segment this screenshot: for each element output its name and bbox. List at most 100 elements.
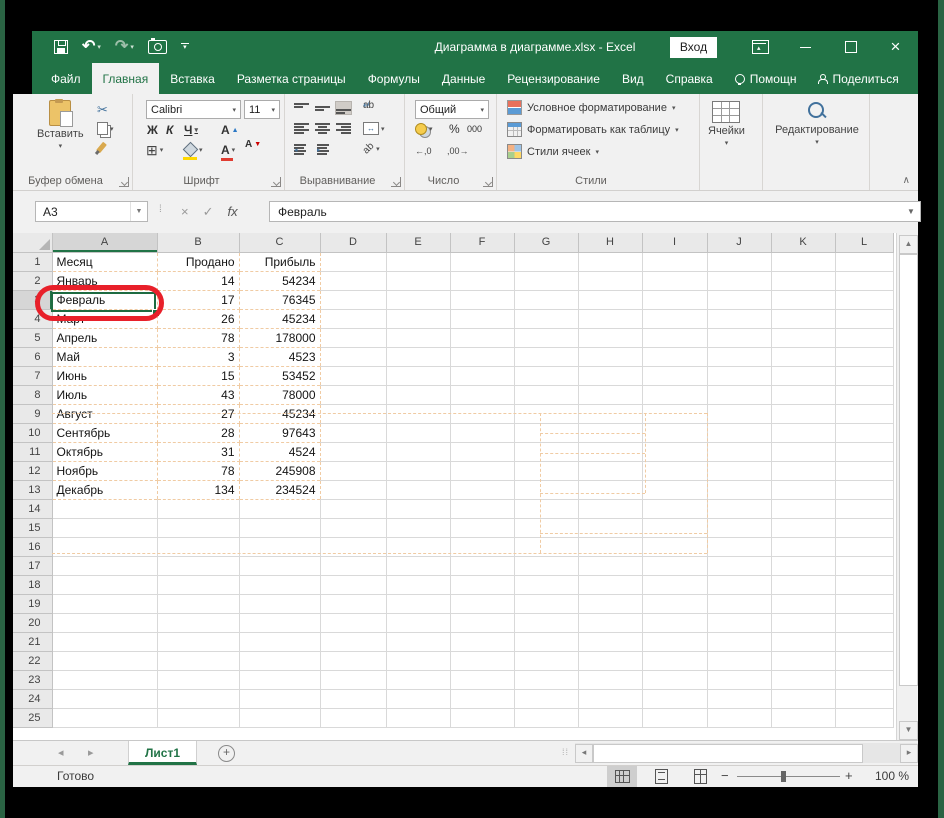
cell-K7[interactable] (771, 366, 835, 385)
cell-J15[interactable] (707, 518, 771, 537)
cell-D23[interactable] (320, 670, 386, 689)
cell-D2[interactable] (320, 271, 386, 290)
borders-button[interactable]: ⊞▾ (146, 144, 163, 156)
cell-C8[interactable]: 78000 (239, 385, 320, 404)
row-header-18[interactable]: 18 (13, 575, 52, 594)
cell-J18[interactable] (707, 575, 771, 594)
cell-H16[interactable] (578, 537, 642, 556)
cell-K9[interactable] (771, 404, 835, 423)
cell-L8[interactable] (835, 385, 893, 404)
ribbon-tab-разметка-страницы[interactable]: Разметка страницы (226, 63, 357, 94)
cell-A6[interactable]: Май (52, 347, 157, 366)
cancel-entry-button[interactable]: × (181, 204, 189, 219)
cell-A7[interactable]: Июнь (52, 366, 157, 385)
cell-H17[interactable] (578, 556, 642, 575)
conditional-formatting-button[interactable]: Условное форматирование▾ (507, 100, 675, 115)
cell-F18[interactable] (450, 575, 514, 594)
cell-H14[interactable] (578, 499, 642, 518)
cell-D25[interactable] (320, 708, 386, 727)
cell-F5[interactable] (450, 328, 514, 347)
sign-in-button[interactable]: Вход (670, 37, 717, 58)
cell-G18[interactable] (514, 575, 578, 594)
font-dialog-launcher[interactable] (271, 177, 281, 187)
cell-L18[interactable] (835, 575, 893, 594)
cell-E18[interactable] (386, 575, 450, 594)
cell-E23[interactable] (386, 670, 450, 689)
cell-F25[interactable] (450, 708, 514, 727)
cell-L10[interactable] (835, 423, 893, 442)
row-header-21[interactable]: 21 (13, 632, 52, 651)
cell-B20[interactable] (157, 613, 239, 632)
cell-J3[interactable] (707, 290, 771, 309)
row-header-17[interactable]: 17 (13, 556, 52, 575)
vertical-scrollbar[interactable]: ▲ ▼ (896, 233, 918, 740)
cell-G12[interactable] (514, 461, 578, 480)
row-header-1[interactable]: 1 (13, 252, 52, 271)
comma-style-button[interactable]: 000 (467, 124, 482, 134)
cell-I2[interactable] (642, 271, 707, 290)
cell-A19[interactable] (52, 594, 157, 613)
cell-D11[interactable] (320, 442, 386, 461)
column-header-E[interactable]: E (386, 233, 450, 252)
cell-F13[interactable] (450, 480, 514, 499)
cell-E22[interactable] (386, 651, 450, 670)
cell-D21[interactable] (320, 632, 386, 651)
cell-B13[interactable]: 134 (157, 480, 239, 499)
cell-F20[interactable] (450, 613, 514, 632)
cell-L20[interactable] (835, 613, 893, 632)
cell-G6[interactable] (514, 347, 578, 366)
formula-bar-splitter[interactable]: ⁞ (159, 204, 162, 215)
cell-G19[interactable] (514, 594, 578, 613)
cell-K18[interactable] (771, 575, 835, 594)
row-header-9[interactable]: 9 (13, 404, 52, 423)
cell-L7[interactable] (835, 366, 893, 385)
cell-L24[interactable] (835, 689, 893, 708)
cell-E24[interactable] (386, 689, 450, 708)
cell-C5[interactable]: 178000 (239, 328, 320, 347)
row-header-16[interactable]: 16 (13, 537, 52, 556)
cell-B19[interactable] (157, 594, 239, 613)
cell-A20[interactable] (52, 613, 157, 632)
cell-A12[interactable]: Ноябрь (52, 461, 157, 480)
ribbon-display-options-button[interactable] (738, 31, 783, 63)
cell-H2[interactable] (578, 271, 642, 290)
number-format-select[interactable]: Общий▾ (415, 100, 489, 119)
cell-H15[interactable] (578, 518, 642, 537)
merge-center-button[interactable]: ↔▾ (363, 122, 385, 135)
cell-I6[interactable] (642, 347, 707, 366)
cell-E25[interactable] (386, 708, 450, 727)
accounting-format-button[interactable]: ▾ (415, 123, 433, 135)
column-header-K[interactable]: K (771, 233, 835, 252)
cell-G3[interactable] (514, 290, 578, 309)
cell-I17[interactable] (642, 556, 707, 575)
cell-I15[interactable] (642, 518, 707, 537)
cell-I23[interactable] (642, 670, 707, 689)
confirm-entry-button[interactable]: ✓ (203, 204, 214, 220)
zoom-out-button[interactable]: − (721, 768, 729, 783)
cell-H20[interactable] (578, 613, 642, 632)
italic-button[interactable]: К (166, 123, 173, 137)
underline-button[interactable]: Ч▾ (184, 123, 198, 137)
cell-B16[interactable] (157, 537, 239, 556)
cell-F2[interactable] (450, 271, 514, 290)
cell-E21[interactable] (386, 632, 450, 651)
cell-E14[interactable] (386, 499, 450, 518)
cell-L25[interactable] (835, 708, 893, 727)
decrease-decimal-button[interactable]: ,00→ (447, 146, 469, 156)
cell-E19[interactable] (386, 594, 450, 613)
font-family-select[interactable]: Calibri▾ (146, 100, 241, 119)
row-header-12[interactable]: 12 (13, 461, 52, 480)
cell-E6[interactable] (386, 347, 450, 366)
row-header-15[interactable]: 15 (13, 518, 52, 537)
cell-B14[interactable] (157, 499, 239, 518)
cut-button[interactable]: ✂ (97, 102, 108, 118)
cell-L3[interactable] (835, 290, 893, 309)
cell-B22[interactable] (157, 651, 239, 670)
cell-J17[interactable] (707, 556, 771, 575)
font-color-button[interactable]: А▾ (221, 143, 235, 157)
scroll-up-icon[interactable]: ▲ (899, 235, 918, 254)
cell-F10[interactable] (450, 423, 514, 442)
cell-A17[interactable] (52, 556, 157, 575)
cell-L11[interactable] (835, 442, 893, 461)
cell-F8[interactable] (450, 385, 514, 404)
